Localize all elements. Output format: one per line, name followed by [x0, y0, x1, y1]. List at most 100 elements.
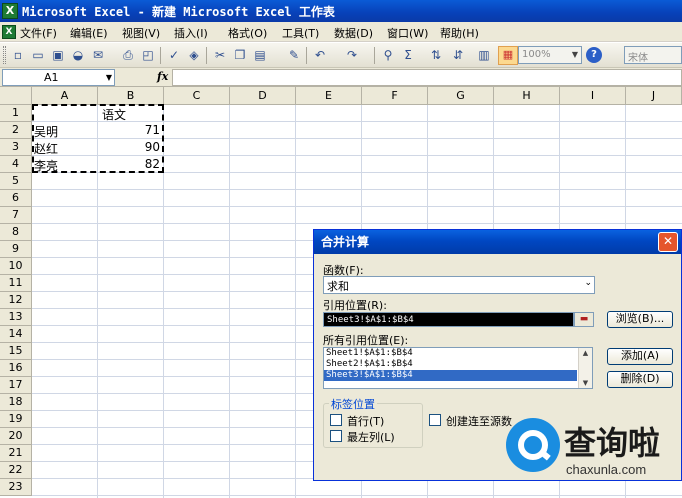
- first-row-label[interactable]: 首行(T): [347, 413, 384, 429]
- scroll-down-icon[interactable]: ▼: [579, 379, 592, 387]
- copy-icon[interactable]: ❐: [232, 47, 248, 63]
- paste-icon[interactable]: ▤: [252, 47, 268, 63]
- workbook-icon[interactable]: X: [2, 25, 16, 39]
- row-header[interactable]: 3: [0, 139, 32, 156]
- menu-tools[interactable]: 工具(T): [282, 25, 319, 41]
- font-select[interactable]: 宋体: [624, 46, 682, 64]
- column-header[interactable]: J: [626, 87, 682, 105]
- row-header[interactable]: 17: [0, 377, 32, 394]
- email-icon[interactable]: ✉: [90, 47, 106, 63]
- print-icon[interactable]: ⎙: [120, 47, 136, 63]
- row-header[interactable]: 11: [0, 275, 32, 292]
- column-header[interactable]: I: [560, 87, 626, 105]
- list-item[interactable]: Sheet2!$A$1:$B$4: [324, 359, 592, 370]
- menu-view[interactable]: 视图(V): [122, 25, 160, 41]
- row-header[interactable]: 23: [0, 479, 32, 496]
- menu-edit[interactable]: 编辑(E): [70, 25, 108, 41]
- row-header[interactable]: 18: [0, 394, 32, 411]
- select-all-corner[interactable]: [0, 87, 32, 105]
- row-header[interactable]: 1: [0, 105, 32, 122]
- first-row-checkbox[interactable]: [330, 414, 342, 426]
- chart-wizard-icon[interactable]: ▥: [476, 47, 492, 63]
- toolbar-separator: [306, 47, 307, 64]
- help-icon[interactable]: ?: [586, 47, 602, 63]
- close-icon[interactable]: ✕: [658, 232, 678, 252]
- left-column-label[interactable]: 最左列(L): [347, 429, 395, 445]
- zoom-select[interactable]: 100% ▼: [518, 46, 582, 64]
- column-header[interactable]: G: [428, 87, 494, 105]
- left-column-checkbox[interactable]: [330, 430, 342, 442]
- collapse-dialog-icon[interactable]: ▬: [574, 312, 594, 327]
- row-header[interactable]: 12: [0, 292, 32, 309]
- row-header[interactable]: 16: [0, 360, 32, 377]
- row-header[interactable]: 13: [0, 309, 32, 326]
- row-header[interactable]: 10: [0, 258, 32, 275]
- toolbar-grip[interactable]: [3, 46, 6, 64]
- column-header[interactable]: E: [296, 87, 362, 105]
- column-header[interactable]: D: [230, 87, 296, 105]
- menu-insert[interactable]: 插入(I): [174, 25, 208, 41]
- formula-bar: A1 ▼ fx: [0, 68, 682, 87]
- hyperlink-icon[interactable]: ⚲: [380, 47, 396, 63]
- permission-icon[interactable]: ◒: [70, 47, 86, 63]
- reference-input[interactable]: Sheet3!$A$1:$B$4: [323, 312, 574, 327]
- print-preview-icon[interactable]: ◰: [140, 47, 156, 63]
- function-select[interactable]: 求和 ⌄: [323, 276, 595, 294]
- dialog-title-bar[interactable]: 合并计算: [314, 230, 681, 254]
- row-header[interactable]: 21: [0, 445, 32, 462]
- column-header[interactable]: H: [494, 87, 560, 105]
- menu-help[interactable]: 帮助(H): [440, 25, 479, 41]
- chevron-down-icon[interactable]: ▼: [106, 70, 112, 85]
- scrollbar[interactable]: ▲ ▼: [578, 348, 592, 388]
- row-header[interactable]: 15: [0, 343, 32, 360]
- all-references-list[interactable]: Sheet1!$A$1:$B$4 Sheet2!$A$1:$B$4 Sheet3…: [323, 347, 593, 389]
- menu-format[interactable]: 格式(O): [228, 25, 267, 41]
- row-header[interactable]: 22: [0, 462, 32, 479]
- column-header[interactable]: B: [98, 87, 164, 105]
- browse-button[interactable]: 浏览(B)...: [607, 311, 673, 328]
- list-item[interactable]: Sheet3!$A$1:$B$4: [324, 370, 577, 381]
- sort-ascending-icon[interactable]: ⇅: [428, 47, 444, 63]
- watermark-text: 查询啦: [564, 424, 661, 462]
- undo-icon[interactable]: ↶: [312, 47, 328, 63]
- cut-icon[interactable]: ✂: [212, 47, 228, 63]
- menu-window[interactable]: 窗口(W): [387, 25, 428, 41]
- row-header[interactable]: 14: [0, 326, 32, 343]
- menu-file[interactable]: 文件(F): [20, 25, 57, 41]
- row-header[interactable]: 19: [0, 411, 32, 428]
- formula-input[interactable]: [172, 69, 682, 86]
- row-header[interactable]: 7: [0, 207, 32, 224]
- column-header[interactable]: F: [362, 87, 428, 105]
- link-source-checkbox[interactable]: [429, 414, 441, 426]
- row-header[interactable]: 9: [0, 241, 32, 258]
- autosum-icon[interactable]: Σ: [400, 47, 416, 63]
- menu-data[interactable]: 数据(D): [334, 25, 373, 41]
- excel-app-icon: X: [2, 3, 18, 19]
- insert-function-icon[interactable]: fx: [157, 70, 168, 83]
- label-position-legend: 标签位置: [329, 396, 377, 412]
- open-icon[interactable]: ▭: [30, 47, 46, 63]
- row-header[interactable]: 2: [0, 122, 32, 139]
- toolbar-separator: [374, 47, 375, 64]
- row-header[interactable]: 20: [0, 428, 32, 445]
- redo-icon[interactable]: ↷: [344, 47, 360, 63]
- list-item[interactable]: Sheet1!$A$1:$B$4: [324, 348, 592, 359]
- row-header[interactable]: 4: [0, 156, 32, 173]
- chevron-down-icon[interactable]: ⌄: [584, 278, 592, 288]
- research-icon[interactable]: ◈: [186, 47, 202, 63]
- scroll-up-icon[interactable]: ▲: [579, 349, 592, 357]
- row-header[interactable]: 8: [0, 224, 32, 241]
- add-button[interactable]: 添加(A): [607, 348, 673, 365]
- spelling-icon[interactable]: ✓: [166, 47, 182, 63]
- sort-descending-icon[interactable]: ⇵: [450, 47, 466, 63]
- format-painter-icon[interactable]: ✎: [286, 47, 302, 63]
- delete-button[interactable]: 删除(D): [607, 371, 673, 388]
- column-header[interactable]: C: [164, 87, 230, 105]
- column-header[interactable]: A: [32, 87, 98, 105]
- name-box[interactable]: A1 ▼: [2, 69, 115, 86]
- new-icon[interactable]: ▫: [10, 47, 26, 63]
- merge-calculation-icon[interactable]: ▦: [498, 46, 518, 65]
- save-icon[interactable]: ▣: [50, 47, 66, 63]
- row-header[interactable]: 6: [0, 190, 32, 207]
- row-header[interactable]: 5: [0, 173, 32, 190]
